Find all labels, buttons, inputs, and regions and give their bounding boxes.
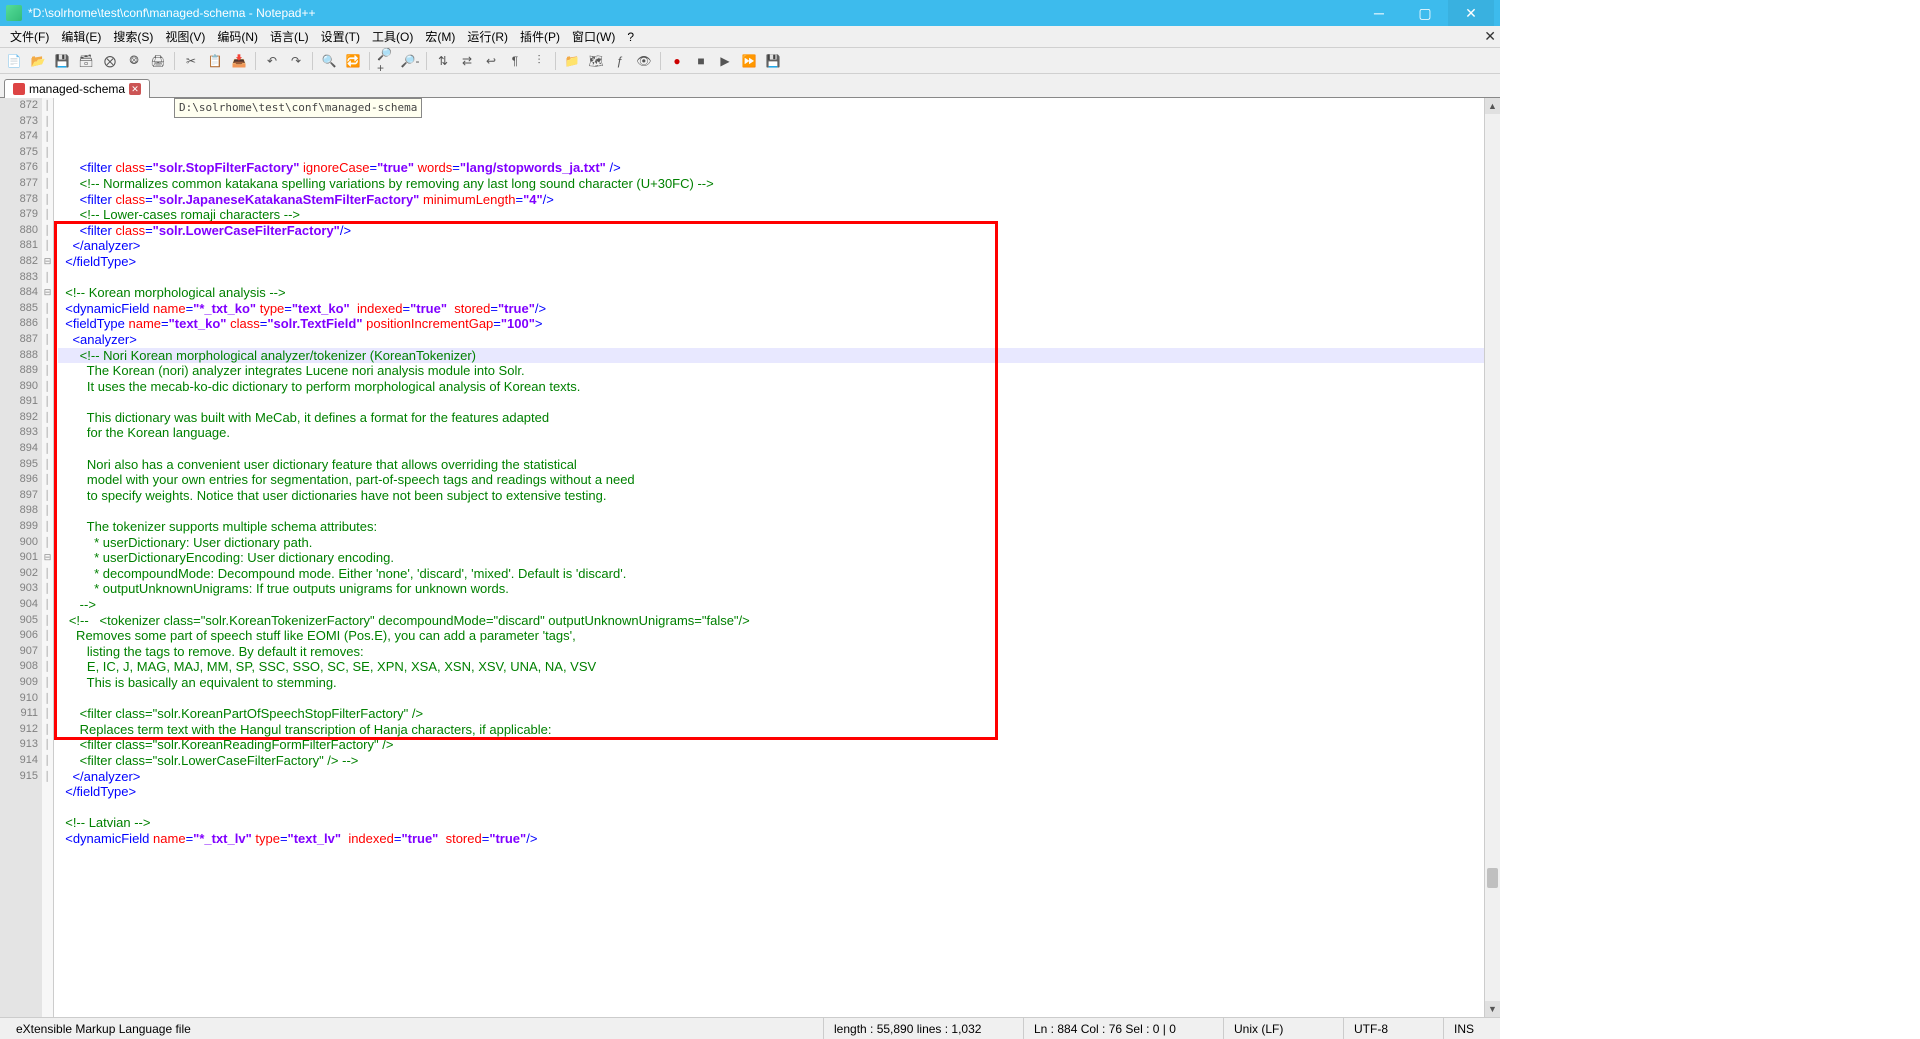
menu-help[interactable]: ?	[621, 28, 640, 46]
menu-view[interactable]: 视图(V)	[159, 26, 211, 47]
save-macro-icon[interactable]: 💾	[763, 51, 783, 71]
status-encoding[interactable]: UTF-8	[1344, 1018, 1444, 1039]
menu-macro[interactable]: 宏(M)	[419, 26, 461, 47]
wordwrap-icon[interactable]: ↩	[481, 51, 501, 71]
menu-tools[interactable]: 工具(O)	[366, 26, 419, 47]
menu-encoding[interactable]: 编码(N)	[211, 26, 264, 47]
save-icon[interactable]: 💾	[52, 51, 72, 71]
func-list-icon[interactable]: ƒ	[610, 51, 630, 71]
stop-macro-icon[interactable]: ■	[691, 51, 711, 71]
undo-icon[interactable]: ↶	[262, 51, 282, 71]
sync-v-icon[interactable]: ⇅	[433, 51, 453, 71]
save-all-icon[interactable]: 🗃	[76, 51, 96, 71]
menu-run[interactable]: 运行(R)	[461, 26, 514, 47]
scroll-thumb[interactable]	[1487, 868, 1498, 888]
fold-column[interactable]: ││││││││││⊟│⊟││││││││││││││││⊟││││││││││…	[42, 98, 54, 1017]
indent-guide-icon[interactable]: ⫶	[529, 51, 549, 71]
open-file-icon[interactable]: 📂	[28, 51, 48, 71]
doc-map-icon[interactable]: 🗺	[586, 51, 606, 71]
folder-doc-icon[interactable]: 📁	[562, 51, 582, 71]
menu-search[interactable]: 搜索(S)	[107, 26, 159, 47]
status-position: Ln : 884 Col : 76 Sel : 0 | 0	[1024, 1018, 1224, 1039]
find-icon[interactable]: 🔍	[319, 51, 339, 71]
editor-area: 8728738748758768778788798808818828838848…	[0, 98, 1500, 1017]
close-all-icon[interactable]: ⨷	[124, 51, 144, 71]
status-mode[interactable]: INS	[1444, 1018, 1494, 1039]
redo-icon[interactable]: ↷	[286, 51, 306, 71]
path-tooltip: D:\solrhome\test\conf\managed-schema	[174, 98, 422, 118]
copy-icon[interactable]: 📋	[205, 51, 225, 71]
close-button[interactable]: ✕	[1448, 0, 1494, 26]
record-macro-icon[interactable]: ●	[667, 51, 687, 71]
status-length: length : 55,890 lines : 1,032	[824, 1018, 1024, 1039]
menubar-close-icon[interactable]: ✕	[1484, 28, 1496, 45]
play-macro-icon[interactable]: ▶	[715, 51, 735, 71]
sync-h-icon[interactable]: ⇄	[457, 51, 477, 71]
app-icon	[6, 5, 22, 21]
play-multi-icon[interactable]: ⏩	[739, 51, 759, 71]
tab-modified-icon	[13, 83, 25, 95]
print-icon[interactable]: 🖨	[148, 51, 168, 71]
app-window: *D:\solrhome\test\conf\managed-schema - …	[0, 0, 1500, 1039]
menu-edit[interactable]: 编辑(E)	[55, 26, 107, 47]
titlebar: *D:\solrhome\test\conf\managed-schema - …	[0, 0, 1500, 26]
maximize-button[interactable]: ▢	[1402, 0, 1448, 26]
menubar: 文件(F) 编辑(E) 搜索(S) 视图(V) 编码(N) 语言(L) 设置(T…	[0, 26, 1500, 48]
vertical-scrollbar[interactable]: ▲ ▼	[1484, 98, 1500, 1017]
menu-settings[interactable]: 设置(T)	[315, 26, 366, 47]
zoom-out-icon[interactable]: 🔎-	[400, 51, 420, 71]
editor[interactable]: 8728738748758768778788798808818828838848…	[0, 98, 1484, 1017]
menu-window[interactable]: 窗口(W)	[566, 26, 621, 47]
scroll-track[interactable]	[1485, 114, 1500, 1001]
status-language: eXtensible Markup Language file	[6, 1018, 824, 1039]
cut-icon[interactable]: ✂	[181, 51, 201, 71]
scroll-down-icon[interactable]: ▼	[1485, 1001, 1500, 1017]
zoom-in-icon[interactable]: 🔎+	[376, 51, 396, 71]
status-eol[interactable]: Unix (LF)	[1224, 1018, 1344, 1039]
new-file-icon[interactable]: 📄	[4, 51, 24, 71]
menu-language[interactable]: 语言(L)	[264, 26, 315, 47]
tab-close-icon[interactable]: ✕	[129, 83, 141, 95]
tabbar: managed-schema ✕	[0, 74, 1500, 98]
monitor-icon[interactable]: 👁	[634, 51, 654, 71]
toolbar: 📄 📂 💾 🗃 ⨂ ⨷ 🖨 ✂ 📋 📥 ↶ ↷ 🔍 🔁 🔎+ 🔎- ⇅ ⇄ ↩ …	[0, 48, 1500, 74]
statusbar: eXtensible Markup Language file length :…	[0, 1017, 1500, 1039]
menu-plugins[interactable]: 插件(P)	[514, 26, 566, 47]
line-number-gutter: 8728738748758768778788798808818828838848…	[0, 98, 42, 1017]
minimize-button[interactable]: ─	[1356, 0, 1402, 26]
file-tab[interactable]: managed-schema ✕	[4, 79, 150, 98]
tab-label: managed-schema	[29, 82, 125, 96]
close-file-icon[interactable]: ⨂	[100, 51, 120, 71]
code-content[interactable]: D:\solrhome\test\conf\managed-schema <fi…	[54, 98, 1484, 1017]
paste-icon[interactable]: 📥	[229, 51, 249, 71]
menu-file[interactable]: 文件(F)	[4, 26, 55, 47]
replace-icon[interactable]: 🔁	[343, 51, 363, 71]
window-title: *D:\solrhome\test\conf\managed-schema - …	[28, 6, 1356, 20]
scroll-up-icon[interactable]: ▲	[1485, 98, 1500, 114]
allchars-icon[interactable]: ¶	[505, 51, 525, 71]
